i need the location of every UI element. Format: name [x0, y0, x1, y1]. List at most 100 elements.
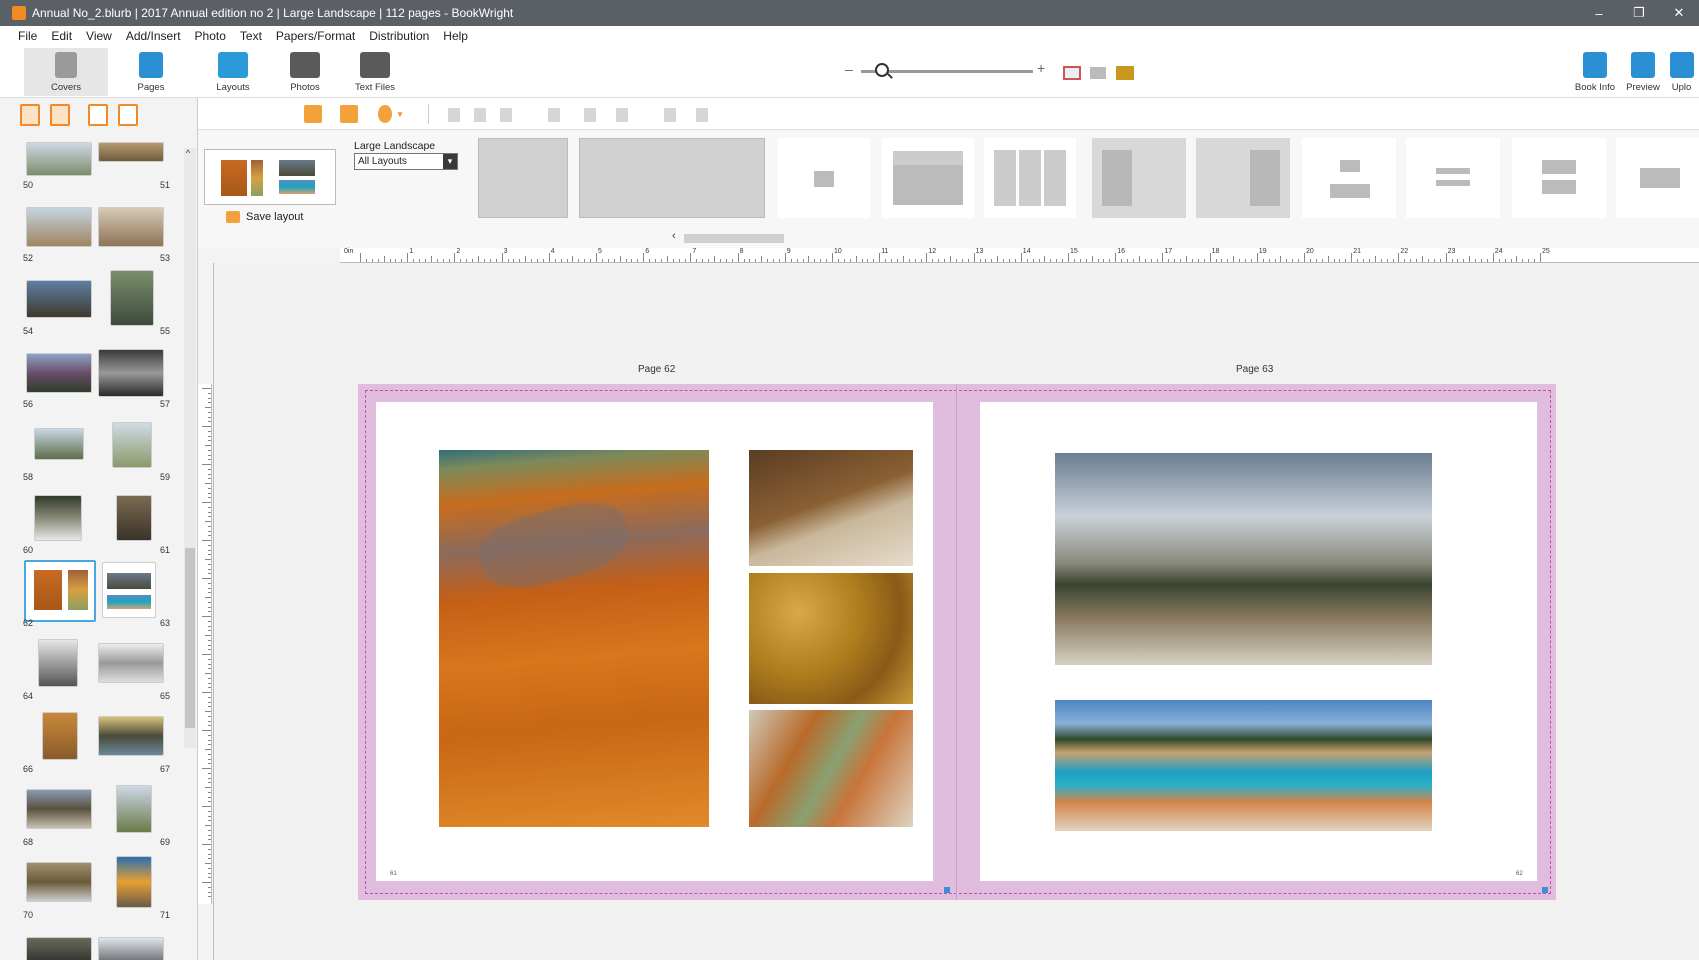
align-middle-icon[interactable] — [584, 108, 596, 122]
layout-option-spread[interactable] — [579, 138, 765, 218]
chevron-down-icon: ▾ — [443, 154, 457, 169]
layout-option-grid-1[interactable] — [882, 138, 974, 218]
scroll-left-icon[interactable]: ‹ — [672, 230, 676, 242]
upload-button[interactable]: Uplo — [1664, 48, 1699, 96]
tab-covers[interactable]: Covers — [24, 48, 108, 96]
page-number-icon[interactable] — [88, 104, 108, 126]
page-thumb-72[interactable] — [26, 937, 92, 960]
page-62[interactable]: 61 — [376, 402, 933, 881]
page-thumb-50[interactable] — [26, 142, 92, 176]
page-thumb-56[interactable] — [26, 353, 92, 393]
page-thumb-62-selected[interactable] — [24, 560, 96, 622]
layout-filter-select[interactable]: All Layouts ▾ — [354, 153, 458, 170]
photo-hot-spring-runoff[interactable] — [439, 450, 709, 827]
page-thumb-67[interactable] — [98, 716, 164, 756]
menu-file[interactable]: File — [0, 29, 44, 43]
replace-photo-icon[interactable] — [304, 105, 322, 123]
page-thumb-64[interactable] — [38, 639, 78, 687]
menu-add-insert[interactable]: Add/Insert — [119, 29, 188, 43]
page-thumb-55[interactable] — [110, 270, 154, 326]
spread-view-icon[interactable] — [1116, 66, 1134, 80]
layout-option-left-column[interactable] — [1092, 138, 1186, 218]
page-thumb-57[interactable] — [98, 349, 164, 397]
layout-option-stack-a[interactable] — [1302, 138, 1396, 218]
ruler-label: 2 — [456, 248, 461, 255]
photo-dead-trees-pool[interactable] — [1055, 453, 1432, 665]
distribute-horizontal-icon[interactable] — [664, 108, 676, 122]
align-bottom-icon[interactable] — [616, 108, 628, 122]
menu-edit[interactable]: Edit — [44, 29, 79, 43]
page-thumb-51[interactable] — [98, 142, 164, 162]
scrollbar-thumb[interactable] — [684, 234, 784, 243]
menu-distribution[interactable]: Distribution — [362, 29, 436, 43]
spread-handle-right[interactable] — [1542, 887, 1548, 893]
page-thumb-59[interactable] — [112, 422, 152, 468]
page-thumb-63[interactable] — [102, 562, 156, 618]
layout-option-grid-2[interactable] — [984, 138, 1076, 218]
page-thumb-61[interactable] — [116, 495, 152, 541]
current-layout-preview[interactable] — [204, 149, 336, 205]
layouts-scrollbar[interactable]: ‹ — [478, 230, 1699, 244]
save-layout-button[interactable]: Save layout — [226, 211, 303, 223]
layouts-button[interactable]: Layouts — [200, 48, 266, 96]
page-thumb-58[interactable] — [34, 428, 84, 460]
page-thumb-66[interactable] — [42, 712, 78, 760]
fit-page-icon[interactable] — [1063, 66, 1081, 80]
minimize-icon[interactable]: – — [1579, 0, 1619, 26]
spread-handle-left[interactable] — [944, 887, 950, 893]
zoom-magnifier-icon[interactable] — [875, 63, 889, 77]
layout-option-single-center[interactable] — [778, 138, 870, 218]
layout-option-stack-c[interactable] — [1512, 138, 1606, 218]
text-box-icon[interactable] — [340, 105, 358, 123]
page-thumb-73[interactable] — [98, 937, 164, 960]
align-center-icon[interactable] — [474, 108, 486, 122]
distribute-vertical-icon[interactable] — [696, 108, 708, 122]
page-thumb-71[interactable] — [116, 856, 152, 908]
page-thumb-68[interactable] — [26, 789, 92, 829]
page-thumb-65[interactable] — [98, 643, 164, 683]
close-icon[interactable]: ✕ — [1659, 0, 1699, 26]
page-thumb-70[interactable] — [26, 862, 92, 902]
background-color-icon[interactable] — [378, 105, 392, 123]
zoom-out-icon[interactable]: – — [845, 61, 853, 77]
delete-page-icon[interactable] — [50, 104, 70, 126]
photo-mineral-stripes[interactable] — [749, 710, 913, 827]
layout-option-full[interactable] — [478, 138, 568, 218]
photo-mineral-crust[interactable] — [749, 450, 913, 566]
ruler-tick — [843, 259, 845, 262]
photo-turquoise-pool[interactable] — [1055, 700, 1432, 831]
restore-icon[interactable]: ❐ — [1619, 0, 1659, 26]
tab-pages[interactable]: Pages — [116, 48, 186, 96]
ruler-tick — [548, 253, 550, 262]
photos-button[interactable]: Photos — [272, 48, 338, 96]
menu-view[interactable]: View — [79, 29, 119, 43]
text-files-button[interactable]: Text Files — [342, 48, 408, 96]
page-thumb-52[interactable] — [26, 207, 92, 247]
page-thumb-53[interactable] — [98, 207, 164, 247]
page-thumb-60[interactable] — [34, 495, 82, 541]
align-left-icon[interactable] — [448, 108, 460, 122]
menu-help[interactable]: Help — [436, 29, 475, 43]
page-thumb-69[interactable] — [116, 785, 152, 833]
menu-papers-format[interactable]: Papers/Format — [269, 29, 362, 43]
menu-text[interactable]: Text — [233, 29, 269, 43]
pages-scrollbar[interactable]: ^ — [184, 148, 196, 748]
layout-option-stack-b[interactable] — [1406, 138, 1500, 218]
scroll-up-icon[interactable]: ^ — [186, 148, 190, 158]
scrollbar-thumb[interactable] — [185, 548, 195, 728]
ruler-tick — [1357, 259, 1359, 262]
menu-photo[interactable]: Photo — [188, 29, 233, 43]
align-right-icon[interactable] — [500, 108, 512, 122]
grid-icon[interactable] — [1090, 67, 1106, 79]
align-top-icon[interactable] — [548, 108, 560, 122]
zoom-slider[interactable]: – + — [845, 60, 1045, 80]
page-63[interactable]: 62 — [980, 402, 1537, 881]
layout-option-right-column[interactable] — [1196, 138, 1290, 218]
dropdown-arrow-icon[interactable]: ▼ — [396, 110, 404, 119]
layout-option-wide[interactable] — [1616, 138, 1699, 218]
add-page-icon[interactable] — [20, 104, 40, 126]
page-style-icon[interactable] — [118, 104, 138, 126]
page-thumb-54[interactable] — [26, 280, 92, 318]
zoom-in-icon[interactable]: + — [1037, 60, 1045, 76]
photo-bacterial-mat[interactable] — [749, 573, 913, 704]
